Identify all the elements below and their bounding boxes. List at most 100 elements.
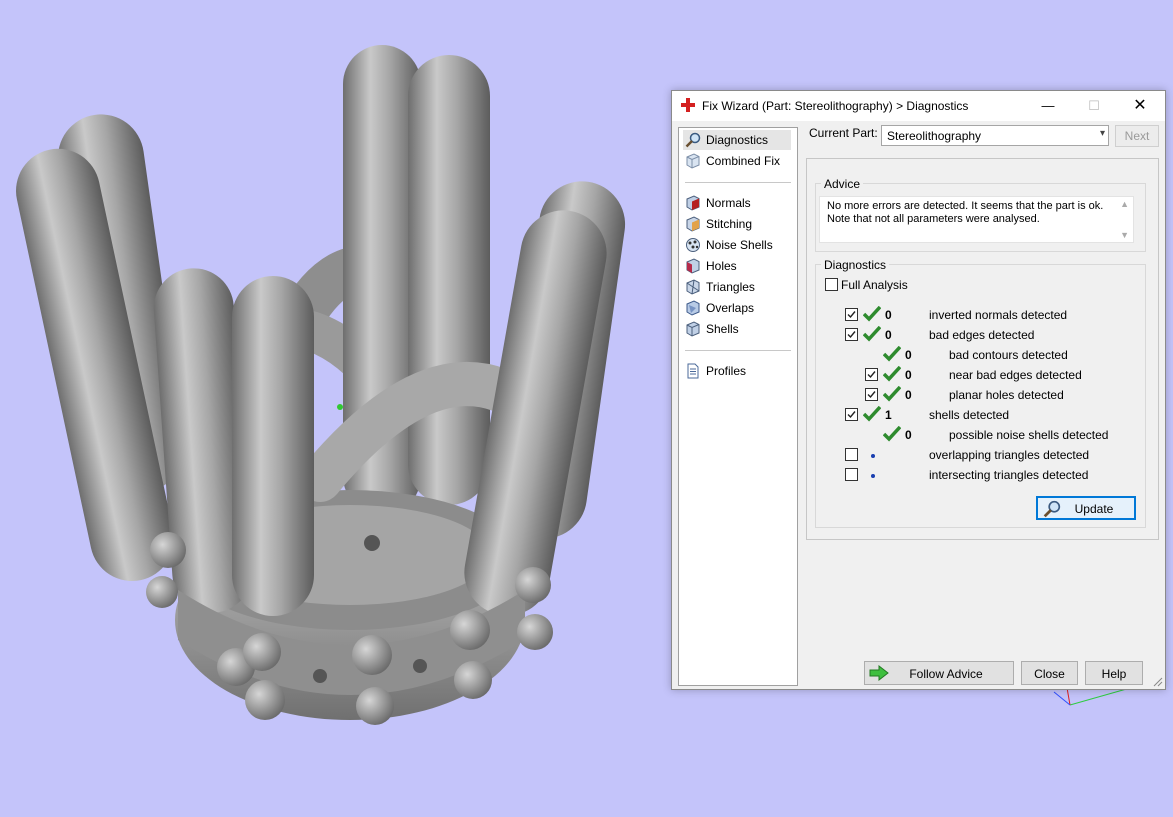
cube-icon [686, 153, 700, 169]
checkmark-icon [847, 311, 856, 319]
near-bad-edges-count: 0 [905, 368, 912, 382]
nav-item-stitching[interactable]: Stitching [683, 214, 791, 234]
advice-textbox: No more errors are detected. It seems th… [819, 196, 1134, 243]
current-part-select[interactable]: Stereolithography ▾ [881, 125, 1109, 146]
inverted-normals-label: inverted normals detected [929, 308, 1068, 322]
diagnostics-title: Diagnostics [821, 258, 890, 272]
nav-item-diagnostics[interactable]: Diagnostics [683, 130, 791, 150]
green-check-icon [863, 306, 881, 322]
help-button[interactable]: Help [1085, 661, 1143, 685]
noise-shells-count: 0 [905, 428, 912, 442]
fix-wizard-dialog: Fix Wizard (Part: Stereolithography) > D… [671, 90, 1166, 690]
nav-label: Overlaps [706, 301, 755, 315]
advice-line-1: No more errors are detected. It seems th… [827, 200, 1104, 212]
current-part-label: Current Part: [809, 126, 878, 140]
maximize-button[interactable]: ☐ [1071, 91, 1117, 121]
checkmark-icon [867, 391, 876, 399]
scroll-down-icon[interactable]: ▼ [1120, 230, 1129, 240]
full-analysis-checkbox[interactable] [825, 278, 838, 291]
not-analysed-dot-icon [871, 454, 875, 458]
full-analysis-label: Full Analysis [841, 278, 908, 292]
green-check-icon [883, 346, 901, 362]
not-analysed-dot-icon [871, 474, 875, 478]
update-button[interactable]: Update [1036, 496, 1136, 520]
overlapping-triangles-checkbox[interactable] [845, 448, 858, 461]
green-check-icon [863, 406, 881, 422]
nav-item-profiles[interactable]: Profiles [683, 361, 791, 381]
bad-edges-label: bad edges detected [929, 328, 1035, 342]
bad-contours-count: 0 [905, 348, 912, 362]
advice-title: Advice [821, 177, 864, 191]
bad-edges-checkbox[interactable] [845, 328, 858, 341]
planar-holes-count: 0 [905, 388, 912, 402]
dialog-title: Fix Wizard (Part: Stereolithography) > D… [702, 99, 969, 113]
green-check-icon [863, 326, 881, 342]
nav-item-noise-shells[interactable]: Noise Shells [683, 235, 791, 255]
inverted-normals-count: 0 [885, 308, 892, 322]
planar-holes-label: planar holes detected [949, 388, 1064, 402]
nav-label: Normals [706, 196, 751, 210]
bad-contours-label: bad contours detected [949, 348, 1068, 362]
near-bad-edges-label: near bad edges detected [949, 368, 1082, 382]
nav-label: Profiles [706, 364, 747, 378]
checkmark-icon [867, 371, 876, 379]
next-button[interactable]: Next [1115, 125, 1159, 147]
follow-advice-button[interactable]: Follow Advice [864, 661, 1014, 685]
nav-divider [685, 182, 791, 183]
nav-label: Noise Shells [706, 238, 773, 252]
intersecting-triangles-checkbox[interactable] [845, 468, 858, 481]
chevron-down-icon: ▾ [1099, 128, 1105, 139]
document-icon [687, 363, 699, 379]
magnifier-icon [685, 132, 701, 148]
minimize-button[interactable]: — [1025, 91, 1071, 121]
near-bad-edges-checkbox[interactable] [865, 368, 878, 381]
overlaps-cube-icon [686, 300, 700, 316]
nav-label: Diagnostics [706, 133, 769, 147]
nav-label: Holes [706, 259, 737, 273]
stitching-cube-icon [686, 216, 700, 232]
shells-label: shells detected [929, 408, 1010, 422]
triangles-cube-icon [686, 279, 700, 295]
wizard-nav-panel: Diagnostics Combined Fix Normals Stitchi… [678, 127, 798, 686]
close-button[interactable]: Close [1021, 661, 1078, 685]
green-check-icon [883, 366, 901, 382]
follow-advice-label: Follow Advice [909, 667, 983, 681]
dialog-titlebar[interactable]: Fix Wizard (Part: Stereolithography) > D… [672, 91, 1165, 121]
nav-item-normals[interactable]: Normals [683, 193, 791, 213]
bad-edges-count: 0 [885, 328, 892, 342]
nav-item-overlaps[interactable]: Overlaps [683, 298, 791, 318]
nav-label: Triangles [706, 280, 755, 294]
close-label: Close [1034, 667, 1065, 681]
noise-shells-icon [686, 238, 700, 252]
intersecting-triangles-label: intersecting triangles detected [929, 468, 1089, 482]
scroll-up-icon[interactable]: ▲ [1120, 199, 1129, 209]
green-check-icon [883, 426, 901, 442]
inverted-normals-checkbox[interactable] [845, 308, 858, 321]
checkmark-icon [847, 331, 856, 339]
nav-label: Stitching [706, 217, 753, 231]
shells-checkbox[interactable] [845, 408, 858, 421]
shells-cube-icon [686, 321, 700, 337]
nav-divider [685, 350, 791, 351]
resize-grip-icon[interactable] [1153, 677, 1163, 687]
stl-model[interactable] [0, 0, 670, 814]
green-check-icon [883, 386, 901, 402]
3d-viewport[interactable] [0, 0, 670, 814]
nav-item-combined-fix[interactable]: Combined Fix [683, 151, 791, 171]
checkmark-icon [847, 411, 856, 419]
red-cross-icon [681, 98, 695, 112]
current-part-value: Stereolithography [887, 129, 982, 143]
normals-cube-icon [686, 195, 700, 211]
nav-item-shells[interactable]: Shells [683, 319, 791, 339]
planar-holes-checkbox[interactable] [865, 388, 878, 401]
update-label: Update [1074, 502, 1114, 516]
nav-item-holes[interactable]: Holes [683, 256, 791, 276]
nav-label: Shells [706, 322, 739, 336]
close-window-button[interactable]: ✕ [1117, 91, 1163, 121]
holes-cube-icon [686, 258, 700, 274]
nav-label: Combined Fix [706, 154, 781, 168]
help-label: Help [1101, 667, 1127, 681]
overlapping-triangles-label: overlapping triangles detected [929, 448, 1090, 462]
advice-line-2: Note that not all parameters were analys… [827, 213, 1040, 225]
nav-item-triangles[interactable]: Triangles [683, 277, 791, 297]
